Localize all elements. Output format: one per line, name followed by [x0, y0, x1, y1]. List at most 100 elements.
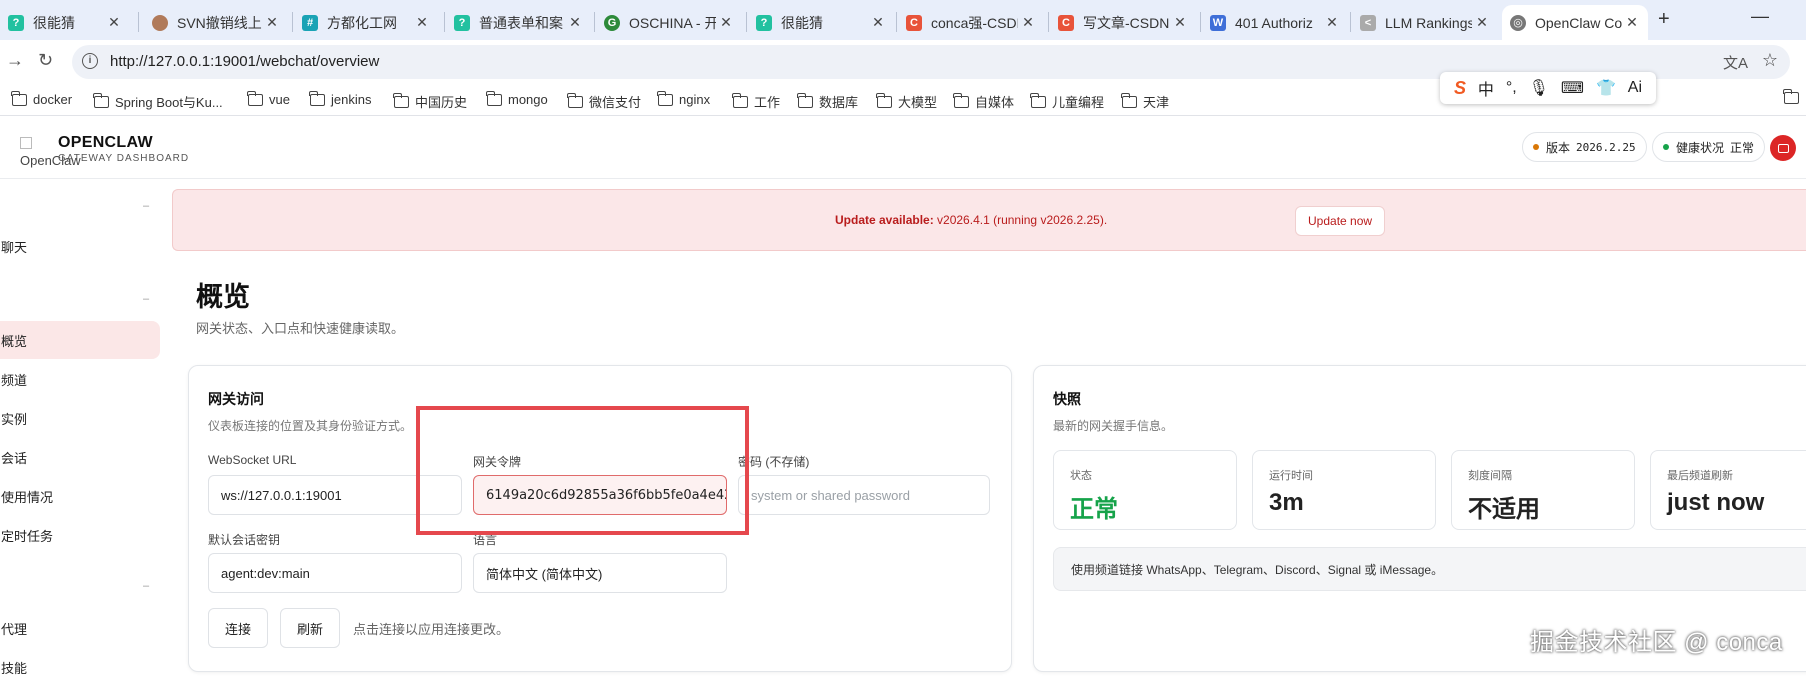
tab-favicon-icon: C [1058, 14, 1074, 31]
watermark-text: 掘金技术社区 @ conca [1530, 629, 1783, 656]
brand-subtitle: GATEWAY DASHBOARD [58, 153, 190, 164]
bookmark-folder[interactable]: mongo [486, 90, 548, 107]
password-input[interactable]: system or shared password [738, 475, 990, 515]
bookmark-folder[interactable]: nginx [657, 90, 710, 107]
tab-close-icon[interactable]: ✕ [262, 14, 282, 31]
sidebar-item-chat[interactable]: 聊天 [0, 227, 160, 265]
browser-tab[interactable]: C conca强-CSDN ✕ [898, 5, 1044, 40]
ai-icon[interactable]: Ai [1628, 79, 1642, 97]
translate-icon[interactable]: 文A [1723, 52, 1748, 73]
new-tab-icon[interactable]: + [1658, 8, 1670, 31]
keyboard-icon[interactable]: ⌨ [1561, 78, 1584, 98]
ime-chinese-toggle[interactable]: 中 [1478, 76, 1494, 100]
browser-tab[interactable]: # 方都化工网 ✕ [294, 5, 438, 40]
site-info-icon[interactable]: i [82, 53, 98, 69]
browser-tab[interactable]: ? 很能猜 ✕ [748, 5, 894, 40]
bookmark-folder[interactable]: 中国历史 [393, 92, 467, 111]
browser-tab-strip: ? 很能猜 ✕ SVN撤销线上 ✕ # 方都化工网 ✕ ? 普通表单和案 ✕ G… [0, 0, 1806, 40]
tab-close-icon[interactable]: ✕ [1018, 14, 1038, 31]
tab-close-icon[interactable]: ✕ [565, 14, 585, 31]
brand-name: OPENCLAW [58, 134, 153, 151]
bookmark-folder[interactable]: 自媒体 [953, 92, 1014, 111]
tab-separator [292, 12, 293, 32]
folder-icon [247, 90, 263, 106]
sidebar-item-usage[interactable]: 使用情况 [0, 477, 160, 515]
sidebar-item-instances[interactable]: 实例 [0, 399, 160, 437]
folder-icon [93, 92, 109, 108]
tab-favicon-icon: < [1360, 14, 1376, 31]
tab-close-icon[interactable]: ✕ [1622, 14, 1642, 31]
connect-button[interactable]: 连接 [208, 608, 268, 648]
tab-separator [896, 12, 897, 32]
session-key-input[interactable]: agent:dev:main [208, 553, 462, 593]
url-text[interactable]: http://127.0.0.1:19001/webchat/overview [110, 53, 379, 70]
tab-favicon-icon: G [604, 14, 620, 31]
sidebar-group-collapse-icon[interactable]: – [143, 200, 149, 212]
refresh-button[interactable]: 刷新 [280, 608, 340, 648]
browser-tab[interactable]: ? 很能猜 ✕ [0, 5, 130, 40]
notifications-icon[interactable] [1770, 135, 1796, 161]
sidebar-group-collapse-icon[interactable]: – [143, 580, 149, 592]
browser-tab[interactable]: W 401 Authoriz ✕ [1202, 5, 1348, 40]
bookmark-folder[interactable]: 大模型 [876, 92, 937, 111]
bookmark-star-icon[interactable]: ☆ [1762, 50, 1778, 71]
bookmark-folder[interactable]: 天津 [1121, 92, 1169, 111]
stat-tick-interval: 刻度间隔 不适用 [1451, 450, 1635, 530]
update-now-button[interactable]: Update now [1295, 206, 1386, 236]
sidebar-item-agents[interactable]: 代理 [0, 609, 160, 647]
tab-close-icon[interactable]: ✕ [868, 14, 888, 31]
health-pill: 健康状况 正常 [1652, 132, 1766, 162]
sidebar-item-overview[interactable]: 概览 [0, 321, 160, 359]
bookmark-folder[interactable]: 儿童编程 [1030, 92, 1104, 111]
bookmark-folder[interactable]: 工作 [732, 92, 780, 111]
browser-tab[interactable]: < LLM Rankings ✕ [1352, 5, 1498, 40]
sidebar-group-collapse-icon[interactable]: – [143, 293, 149, 305]
folder-icon [732, 92, 748, 108]
sogou-logo-icon[interactable]: S [1454, 78, 1466, 99]
folder-icon [1121, 92, 1137, 108]
tab-close-icon[interactable]: ✕ [412, 14, 432, 31]
skin-icon[interactable]: 👕 [1596, 78, 1616, 98]
folder-icon [567, 92, 583, 108]
tab-close-icon[interactable]: ✕ [1472, 14, 1492, 31]
tab-favicon-icon: ◎ [1510, 14, 1526, 31]
tab-close-icon[interactable]: ✕ [104, 14, 124, 31]
bookmark-folder[interactable]: jenkins [309, 90, 371, 107]
app-header: OpenClaw OPENCLAW GATEWAY DASHBOARD 版本 2… [0, 117, 1806, 179]
reload-icon[interactable]: ↻ [38, 50, 53, 71]
forward-icon[interactable]: → [6, 50, 24, 71]
browser-tab[interactable]: G OSCHINA - 开 ✕ [596, 5, 742, 40]
language-select[interactable]: 简体中文 (简体中文) [473, 553, 727, 593]
minimize-icon[interactable]: — [1751, 6, 1769, 27]
sidebar-item-channels[interactable]: 频道 [0, 360, 160, 398]
sidebar-item-sessions[interactable]: 会话 [0, 438, 160, 476]
browser-tab-active[interactable]: ◎ OpenClaw Co ✕ [1502, 5, 1648, 40]
sidebar-item-cron[interactable]: 定时任务 [0, 516, 160, 554]
browser-tab[interactable]: C 写文章-CSDN ✕ [1050, 5, 1196, 40]
tab-close-icon[interactable]: ✕ [716, 14, 736, 31]
snapshot-card-desc: 最新的网关握手信息。 [1053, 419, 1174, 433]
snapshot-card-title: 快照 [1053, 391, 1081, 407]
punctuation-icon[interactable]: °, [1506, 79, 1517, 97]
tab-separator [138, 12, 139, 32]
bookmark-folder[interactable]: Spring Boot与Ku... [93, 92, 223, 111]
tab-favicon-icon: ? [8, 14, 24, 31]
browser-tab[interactable]: SVN撤销线上 ✕ [144, 5, 288, 40]
folder-icon [486, 90, 502, 106]
bookmark-folder[interactable]: vue [247, 90, 290, 107]
browser-tab[interactable]: ? 普通表单和案 ✕ [446, 5, 591, 40]
tab-close-icon[interactable]: ✕ [1170, 14, 1190, 31]
folder-icon [797, 92, 813, 108]
bookmark-folder[interactable]: 微信支付 [567, 92, 641, 111]
version-pill: 版本 2026.2.25 [1522, 132, 1647, 162]
tab-separator [444, 12, 445, 32]
bookmark-folder[interactable]: docker [11, 90, 72, 107]
health-status-dot [1663, 144, 1669, 150]
bookmark-folder[interactable] [1783, 89, 1805, 104]
tab-close-icon[interactable]: ✕ [1322, 14, 1342, 31]
sidebar-item-skills[interactable]: 技能 [0, 648, 160, 686]
tab-favicon-icon: # [302, 14, 318, 31]
microphone-icon[interactable]: 🎙 [1529, 78, 1549, 98]
bookmark-folder[interactable]: 数据库 [797, 92, 858, 111]
version-status-dot [1533, 144, 1539, 150]
